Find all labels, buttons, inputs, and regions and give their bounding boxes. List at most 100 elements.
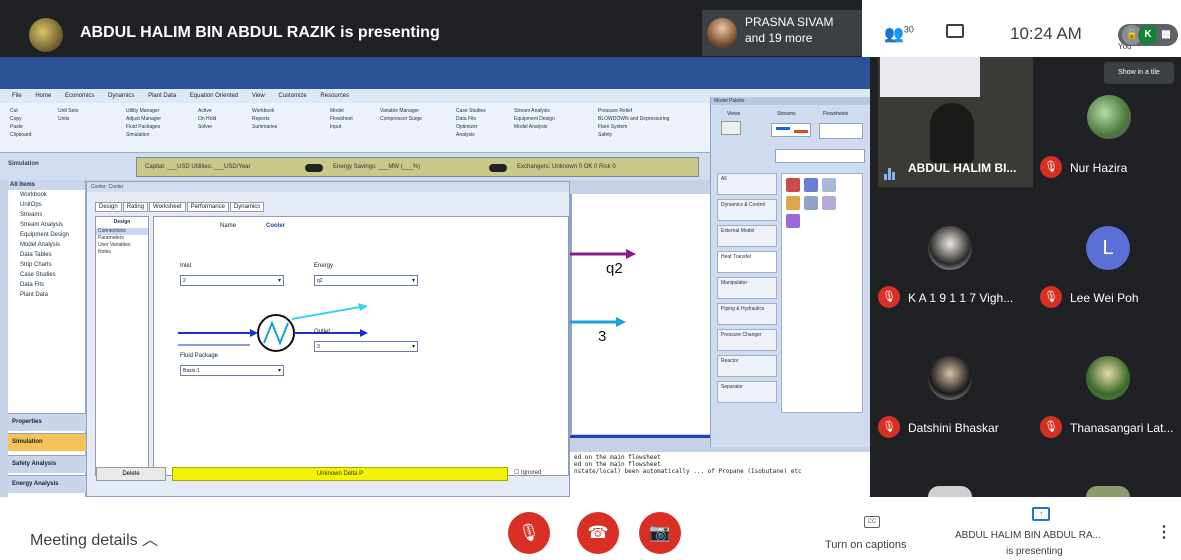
sidebar-item-parameters[interactable]: Parameters [96,235,148,242]
ribbon-item[interactable]: Flare System [598,123,669,131]
grid-layout-icon[interactable]: ▦ [1156,25,1176,45]
nav-item[interactable]: Data Tables [8,250,85,260]
more-options-icon[interactable]: ⋮ [1156,522,1172,542]
flowsheet-canvas[interactable]: q2 3 [570,194,710,434]
nav-item[interactable]: Case Studies [8,270,85,280]
ribbon-item[interactable]: Unit Sets [58,107,78,115]
ribbon-tab[interactable]: Plant Data [148,89,176,103]
fired-heater-tile[interactable] [804,196,818,210]
nav-item[interactable]: Equipment Design [8,230,85,240]
camera-off-button[interactable]: 📷 [639,512,681,554]
ribbon-item[interactable]: Active [198,107,216,115]
ribbon-item[interactable]: Pressure Relief [598,107,669,115]
present-icon[interactable]: ↑ [1032,507,1050,521]
air-cooler-tile[interactable] [786,196,800,210]
ribbon-tab[interactable]: File [12,89,22,103]
palette-category-heat-transfer[interactable]: Heat Transfer [717,251,777,273]
mic-off-button[interactable]: 🎙 [508,512,550,554]
sidebar-item-user-variables[interactable]: User Variables [96,242,148,249]
ribbon-tab[interactable]: Customize [278,89,306,103]
nav-button-properties[interactable]: Properties [8,413,86,431]
ribbon-item[interactable]: On Hold [198,115,216,123]
delete-button[interactable]: Delete [96,467,166,481]
ribbon-item[interactable]: Data Fits [456,115,486,123]
nav-item[interactable]: Workbook [8,190,85,200]
ribbon-tab[interactable]: Home [35,89,51,103]
lng-tile[interactable] [822,196,836,210]
name-field[interactable]: Cooler [266,223,285,229]
ribbon-tab[interactable]: Equation Oriented [190,89,238,103]
ribbon-tab[interactable]: Dynamics [108,89,134,103]
ribbon-item[interactable]: Equipment Design [514,115,555,123]
capital-toggle[interactable] [305,164,323,172]
ribbon-item[interactable]: Model Analysis [514,123,555,131]
nav-button-energy[interactable]: Energy Analysis [8,475,86,493]
ribbon-item[interactable]: Flowsheet [330,115,353,123]
views-icon[interactable] [721,121,741,135]
ribbon-item[interactable]: Reports [252,115,277,123]
ignored-checkbox[interactable]: ☐ Ignored [514,469,541,476]
ribbon-item[interactable]: BLOWDOWN and Depressuring [598,115,669,123]
palette-category-dynamics[interactable]: Dynamics & Control [717,199,777,221]
chat-icon[interactable] [946,24,964,38]
tab-performance[interactable]: Performance [186,202,229,212]
ribbon-item[interactable]: Utility Manager [126,107,161,115]
plate-exchanger-tile[interactable] [786,214,800,228]
palette-category-external[interactable]: External Model [717,225,777,247]
nav-item[interactable]: Data Fits [8,280,85,290]
ribbon-item[interactable]: Cut [10,107,31,115]
ribbon-item[interactable]: Input [330,123,353,131]
heater-tile[interactable] [822,178,836,192]
outlet-select[interactable]: 3 [314,341,418,352]
ribbon-tab[interactable]: Resources [320,89,349,103]
self-avatar[interactable]: K [1138,25,1158,45]
captions-label[interactable]: Turn on captions [825,539,907,551]
fluid-package-select[interactable]: Basis-1 [180,365,284,376]
nav-item[interactable]: Plant Data [8,290,85,300]
ribbon-item[interactable]: Model [330,107,353,115]
inlet-select[interactable]: 2 [180,275,284,286]
ribbon-item[interactable]: Stream Analysis [514,107,555,115]
ribbon-item[interactable]: Compressor Surge [380,115,422,123]
ribbon-item[interactable]: Copy [10,115,31,123]
energy-toggle[interactable] [489,164,507,172]
ribbon-item[interactable]: Paste [10,123,31,131]
nav-item[interactable]: Stream Analysis [8,220,85,230]
tab-rating[interactable]: Rating [122,202,149,212]
tab-design[interactable]: Design [95,202,122,212]
sidebar-item-notes[interactable]: Notes [96,249,148,256]
nav-item[interactable]: Streams [8,210,85,220]
nav-item[interactable]: UnitOps [8,200,85,210]
ribbon-tab[interactable]: Economics [65,89,94,103]
streams-icon[interactable] [771,123,811,137]
ribbon-item[interactable]: Workbook [252,107,277,115]
ribbon-item[interactable]: Fluid Packages [126,123,161,131]
cooler-tile[interactable] [804,178,818,192]
palette-category-all[interactable]: All [717,173,777,195]
palette-category-separator[interactable]: Separator [717,381,777,403]
hang-up-button[interactable]: ☎ [577,512,619,554]
flowsheets-icon[interactable] [819,123,863,139]
nav-button-simulation[interactable]: Simulation [8,433,86,451]
energy-select[interactable]: q2 [314,275,418,286]
ribbon-item[interactable]: Case Studies [456,107,486,115]
ribbon-item[interactable]: Adjust Manager [126,115,161,123]
tab-worksheet[interactable]: Worksheet [149,202,186,212]
captions-icon[interactable]: CC [864,516,880,528]
palette-category-reactor[interactable]: Reactor [717,355,777,377]
ribbon-item[interactable]: Variable Manager [380,107,422,115]
palette-category-manipulator[interactable]: Manipulator [717,277,777,299]
presenting-label[interactable]: ABDUL HALIM BIN ABDUL RA... [955,530,1101,541]
ribbon-tab[interactable]: View [252,89,265,103]
palette-search-field[interactable] [775,149,865,163]
nav-item[interactable]: Model Analysis [8,240,85,250]
people-button[interactable]: 👥30 [884,24,914,44]
palette-category-piping[interactable]: Piping & Hydraulics [717,303,777,325]
palette-category-pressure[interactable]: Pressure Changer [717,329,777,351]
ribbon-item[interactable]: Optimizer [456,123,486,131]
nav-item[interactable]: Strip Charts [8,260,85,270]
heat-exchanger-tile[interactable] [786,178,800,192]
meeting-details-button[interactable]: Meeting details ︿ [30,526,158,550]
nav-button-safety[interactable]: Safety Analysis [8,455,86,473]
sidebar-item-connections[interactable]: Connections [96,228,148,235]
